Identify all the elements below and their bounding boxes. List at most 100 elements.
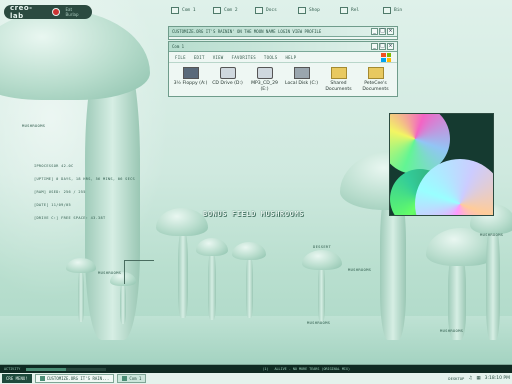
- label-bonus-field-mushrooms[interactable]: BONUS FIELD MUSHROOMS: [203, 210, 304, 218]
- menu-file[interactable]: FILE: [175, 55, 186, 60]
- label-mushrooms-bottom[interactable]: MUSHROOMS: [307, 320, 330, 325]
- taskbar: ACTIVITY (1) ALLIVE - NO MORE TEARS (ORI…: [0, 364, 512, 384]
- drive-list: 3½ Floppy (A:) CD Drive (D:) MP3_CD_29 (…: [169, 63, 397, 92]
- desktop-icon-label: Com 1: [182, 8, 196, 13]
- menu-view[interactable]: VIEW: [213, 55, 224, 60]
- desktop-icon-rel[interactable]: Rel: [340, 7, 359, 14]
- explorer-window-title: Com 1: [172, 44, 185, 49]
- cd-icon: [219, 67, 236, 79]
- desktop-icon-docs[interactable]: Docs: [255, 7, 277, 14]
- browser-window[interactable]: CUSTOMIZE.ORG IT'S RAININ' ON THE MOON N…: [168, 26, 398, 40]
- task-com1[interactable]: Com 1: [117, 373, 147, 383]
- label-mushrooms-far[interactable]: MUSHROOMS: [480, 232, 503, 237]
- label-mushrooms-mid[interactable]: MUSHROOMS: [98, 270, 121, 275]
- desktop-label[interactable]: DESKTOP: [448, 376, 464, 381]
- maximize-button[interactable]: □: [379, 28, 386, 35]
- harddisk-icon: [293, 67, 310, 79]
- desktop-icon-label: Docs: [266, 8, 277, 13]
- label-dessert[interactable]: DESSERT: [313, 244, 331, 249]
- browser-task-icon: [39, 375, 45, 381]
- album-art-preview[interactable]: [389, 113, 494, 216]
- start-button[interactable]: CRE MENU!: [2, 373, 32, 383]
- brand-logo-dot-icon: [51, 8, 60, 16]
- close-button[interactable]: ×: [387, 43, 394, 50]
- windows-logo-icon: [381, 52, 391, 62]
- track-index: (1): [262, 367, 269, 371]
- network-icon[interactable]: ▦: [476, 376, 480, 381]
- sysinfo-ram: [RAM] USED: 256 / 255: [34, 190, 86, 194]
- drive-item-mp3cd[interactable]: MP3_CD_29 (E:): [247, 67, 282, 92]
- task-label: CUSTOMIZE.ORG IT'S RAIN...: [46, 375, 110, 381]
- wallpaper-mushroom-cap: [302, 250, 342, 270]
- activity-meter: [26, 367, 107, 371]
- sysinfo-drive: [DRIVE C:] FREE SPACE: 43.38T: [34, 216, 106, 220]
- minimize-button[interactable]: _: [371, 43, 378, 50]
- desktop-icon-bin[interactable]: Bin: [383, 7, 402, 14]
- wallpaper-ground: [0, 316, 512, 364]
- brand-logo: creo-lab Eat Burlap: [4, 4, 92, 20]
- wallpaper-mushroom-cap: [232, 242, 266, 260]
- wallpaper-mushroom-stem: [78, 268, 84, 322]
- computer-icon: [171, 7, 179, 14]
- menu-tools[interactable]: TOOLS: [264, 55, 278, 60]
- drive-label: Shared Documents: [325, 81, 352, 92]
- drive-item-cd[interactable]: CD Drive (D:): [210, 67, 245, 92]
- drive-item-petecee-documents[interactable]: PeteCee's Documents: [358, 67, 393, 92]
- desktop-icon-label: Shop: [309, 8, 320, 13]
- desktop-icon-shop[interactable]: Shop: [298, 7, 320, 14]
- drive-label: 3½ Floppy (A:): [173, 81, 208, 86]
- folder-icon: [340, 7, 348, 14]
- drive-label: PeteCee's Documents: [362, 81, 389, 92]
- browser-titlebar[interactable]: CUSTOMIZE.ORG IT'S RAININ' ON THE MOON N…: [169, 27, 397, 37]
- drive-item-floppy[interactable]: 3½ Floppy (A:): [173, 67, 208, 92]
- wallpaper-mushroom-stem: [120, 282, 126, 324]
- menu-edit[interactable]: EDIT: [194, 55, 205, 60]
- desktop-icon-label: Bin: [394, 8, 403, 13]
- drive-label: CD Drive (D:): [212, 81, 243, 86]
- sysinfo-date: [DATE] 11/09/05: [34, 203, 71, 207]
- activity-label: ACTIVITY: [4, 367, 21, 371]
- explorer-titlebar[interactable]: Com 1 _ □ ×: [169, 42, 397, 52]
- focus-bracket: [124, 260, 154, 284]
- folder-icon: [330, 67, 347, 79]
- desktop-icon-label: Com 2: [224, 8, 238, 13]
- now-playing-track[interactable]: ALLIVE - NO MORE TEARS (ORIGINAL MIX): [274, 367, 350, 371]
- label-mushrooms-low[interactable]: MUSHROOMS: [440, 328, 463, 333]
- minimize-button[interactable]: _: [371, 28, 378, 35]
- task-browser[interactable]: CUSTOMIZE.ORG IT'S RAIN...: [34, 373, 115, 383]
- volume-icon[interactable]: ♫: [468, 376, 472, 381]
- menu-help[interactable]: HELP: [285, 55, 296, 60]
- label-mushrooms-left[interactable]: MUSHROOMS: [22, 123, 45, 128]
- drive-item-shared-documents[interactable]: Shared Documents: [321, 67, 356, 92]
- explorer-window[interactable]: Com 1 _ □ × FILE EDIT VIEW FAVORITES TOO…: [168, 41, 398, 97]
- brand-logo-tagline: Eat Burlap: [65, 7, 79, 17]
- computer-icon: [122, 375, 128, 381]
- desktop-icon-com1[interactable]: Com 1: [171, 7, 196, 14]
- wallpaper-mushroom-cap: [156, 208, 208, 236]
- sysinfo-processor: IPROCESSOR 42.0C: [34, 164, 74, 168]
- wallpaper-mushroom-stem: [318, 262, 325, 322]
- folder-icon: [367, 67, 384, 79]
- drive-label: Local Disk (C:): [284, 81, 319, 86]
- clock[interactable]: 3:18:10 PM: [485, 376, 510, 381]
- wallpaper-mushroom-stem: [208, 250, 216, 320]
- wallpaper-mushroom-stem: [486, 222, 500, 340]
- close-button[interactable]: ×: [387, 28, 394, 35]
- desktop-icon-com2[interactable]: Com 2: [213, 7, 238, 14]
- maximize-button[interactable]: □: [379, 43, 386, 50]
- sysinfo-uptime: [UPTIME] 0 DAYS, 18 HRS, 56 MINS, 06 SEC…: [34, 177, 136, 181]
- computer-icon: [213, 7, 221, 14]
- browser-window-title: CUSTOMIZE.ORG IT'S RAININ' ON THE MOON N…: [172, 29, 322, 34]
- label-mushrooms-right[interactable]: MUSHROOMS: [348, 267, 371, 272]
- wallpaper-mushroom-stem: [246, 254, 253, 318]
- floppy-icon: [182, 67, 199, 79]
- drive-item-local-disk[interactable]: Local Disk (C:): [284, 67, 319, 92]
- folder-icon: [255, 7, 263, 14]
- menu-favorites[interactable]: FAVORITES: [232, 55, 256, 60]
- activity-meter-fill: [26, 367, 67, 371]
- task-list: CRE MENU! CUSTOMIZE.ORG IT'S RAIN... Com…: [0, 372, 512, 384]
- desktop-icon-label: Rel: [351, 8, 360, 13]
- wallpaper-mushroom-cap: [196, 238, 228, 256]
- wallpaper-mushroom-stem: [178, 228, 188, 318]
- wallpaper-mushroom-cap: [66, 258, 96, 273]
